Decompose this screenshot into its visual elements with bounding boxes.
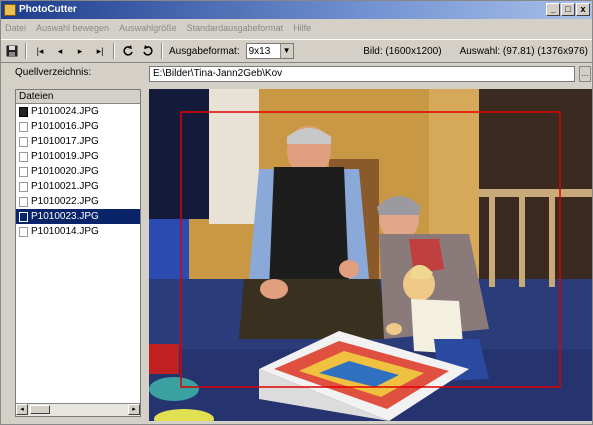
last-image-icon[interactable]: ▸| <box>93 44 107 58</box>
scroll-thumb[interactable] <box>30 405 50 414</box>
window-title: PhotoCutter <box>19 4 77 15</box>
menu-auswahlgroesse[interactable]: Auswahlgröße <box>119 23 177 33</box>
file-name: P1010024.JPG <box>31 106 99 117</box>
menu-hilfe[interactable]: Hilfe <box>293 23 311 33</box>
format-label: Ausgabeformat: <box>169 45 240 57</box>
file-list-header: Dateien <box>16 90 140 104</box>
file-list-item[interactable]: P1010017.JPG <box>16 134 140 149</box>
horizontal-scrollbar[interactable]: ◂ ▸ <box>16 403 140 416</box>
toolbar-separator <box>25 43 27 59</box>
file-icon <box>19 151 28 162</box>
toolbar-separator <box>113 43 115 59</box>
file-list: P1010024.JPG P1010016.JPG P1010017.JPG P101… <box>16 104 140 239</box>
next-image-icon[interactable]: ▸ <box>73 44 87 58</box>
file-icon <box>19 226 28 237</box>
format-value: 9x13 <box>248 45 271 57</box>
scroll-right-icon[interactable]: ▸ <box>128 404 140 415</box>
app-window: PhotoCutter _ □ x Datei Auswahl bewegen … <box>0 0 593 425</box>
maximize-button[interactable]: □ <box>561 3 575 16</box>
menu-standardausgabeformat[interactable]: Standardausgabeformat <box>187 23 284 33</box>
source-path-field[interactable]: E:\Bilder\Tina-Jann2Geb\Kov <box>149 66 575 82</box>
file-list-item[interactable]: P1010014.JPG <box>16 224 140 239</box>
browse-button[interactable]: … <box>579 66 591 82</box>
file-name: P1010017.JPG <box>31 136 99 147</box>
file-list-panel: Dateien P1010024.JPG P1010016.JPG P1010017… <box>15 89 141 417</box>
save-icon[interactable] <box>5 44 19 58</box>
file-list-item[interactable]: P1010022.JPG <box>16 194 140 209</box>
file-name: P1010022.JPG <box>31 196 99 207</box>
menu-datei[interactable]: Datei <box>5 23 26 33</box>
source-label: Quellverzeichnis: <box>15 67 92 78</box>
file-icon <box>19 181 28 192</box>
file-icon <box>19 136 28 147</box>
file-list-item[interactable]: P1010024.JPG <box>16 104 140 119</box>
scroll-left-icon[interactable]: ◂ <box>16 404 28 415</box>
file-icon <box>19 121 28 132</box>
selection-info: Auswahl: (97.81) (1376x976) <box>459 45 588 57</box>
file-name: P1010020.JPG <box>31 166 99 177</box>
title-bar: PhotoCutter _ □ x <box>1 1 592 19</box>
file-icon <box>19 211 28 222</box>
toolbar: |◂ ◂ ▸ ▸| Ausgabeformat: 9x13 ▼ Bild: (1… <box>1 39 592 63</box>
image-size-info: Bild: (1600x1200) <box>363 45 442 57</box>
photo-preview <box>149 89 592 421</box>
file-name: P1010023.JPG <box>31 211 99 222</box>
file-name: P1010019.JPG <box>31 151 99 162</box>
close-button[interactable]: x <box>576 3 590 16</box>
chevron-down-icon[interactable]: ▼ <box>279 44 293 58</box>
format-select[interactable]: 9x13 ▼ <box>245 43 294 59</box>
first-image-icon[interactable]: |◂ <box>33 44 47 58</box>
file-list-item[interactable]: P1010020.JPG <box>16 164 140 179</box>
previous-image-icon[interactable]: ◂ <box>53 44 67 58</box>
toolbar-separator <box>161 43 163 59</box>
file-name: P1010014.JPG <box>31 226 99 237</box>
file-name: P1010021.JPG <box>31 181 99 192</box>
file-name: P1010016.JPG <box>31 121 99 132</box>
file-icon <box>19 166 28 177</box>
file-icon <box>19 196 28 207</box>
file-list-item[interactable]: P1010016.JPG <box>16 119 140 134</box>
menu-bar: Datei Auswahl bewegen Auswahlgröße Stand… <box>1 19 592 37</box>
app-icon <box>4 4 16 16</box>
file-list-item[interactable]: P1010019.JPG <box>16 149 140 164</box>
file-list-item[interactable]: P1010021.JPG <box>16 179 140 194</box>
file-icon <box>19 106 28 117</box>
image-viewer[interactable] <box>149 89 592 421</box>
menu-auswahl-bewegen[interactable]: Auswahl bewegen <box>36 23 109 33</box>
minimize-button[interactable]: _ <box>546 3 560 16</box>
rotate-left-icon[interactable] <box>121 44 135 58</box>
file-list-item[interactable]: P1010023.JPG <box>16 209 140 224</box>
rotate-right-icon[interactable] <box>141 44 155 58</box>
